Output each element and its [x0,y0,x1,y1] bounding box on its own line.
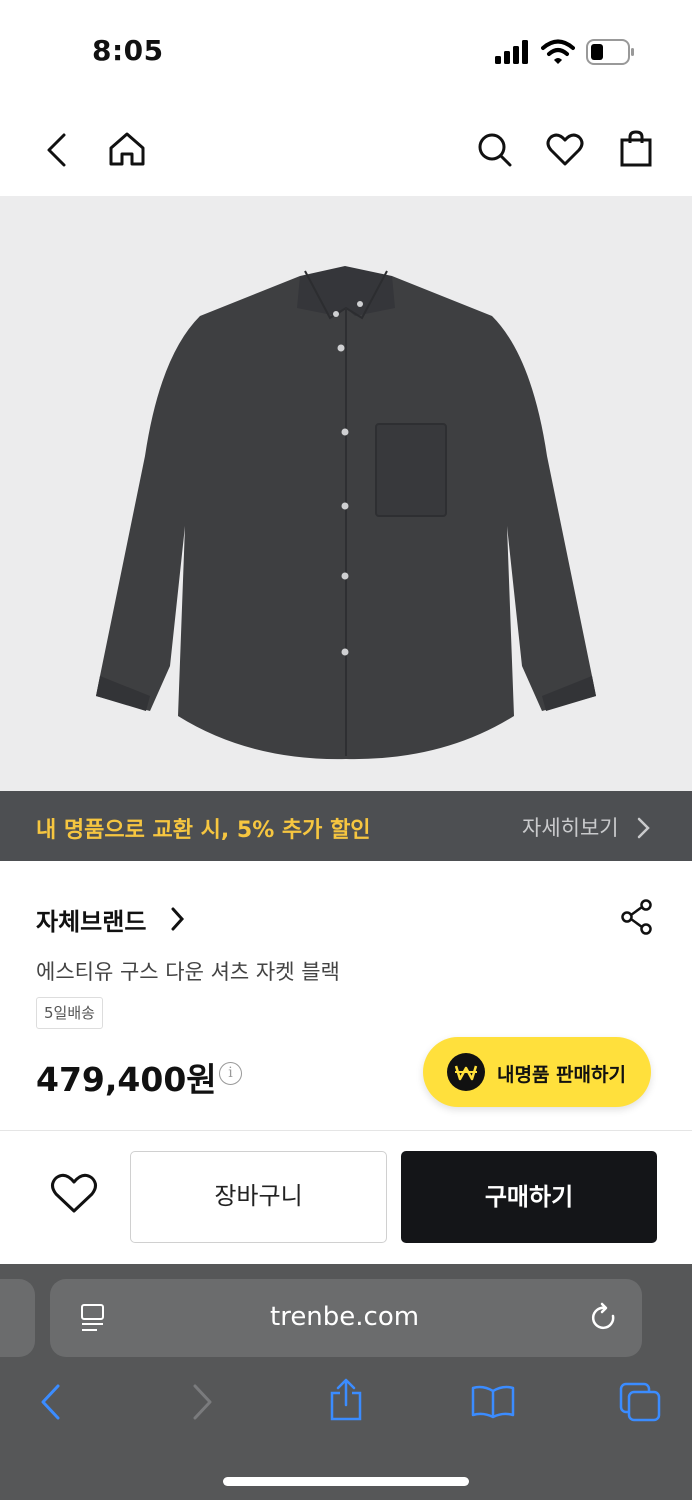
status-time: 8:05 [92,34,164,67]
shirt-illustration [96,266,596,760]
promo-text: 내 명품으로 교환 시, 5% 추가 할인 [36,818,371,843]
divider [0,1130,692,1131]
tabs-icon[interactable] [618,1381,662,1423]
shipping-badge: 5일배송 [36,997,103,1029]
book-icon[interactable] [470,1384,516,1420]
heart-icon[interactable] [546,133,584,167]
browser-forward-icon[interactable] [189,1383,215,1421]
info-icon[interactable]: i [219,1062,242,1085]
back-icon[interactable] [44,132,68,168]
battery-icon [586,39,634,65]
reload-icon[interactable] [589,1302,619,1334]
shopping-bag-icon[interactable] [619,130,653,168]
chevron-right-icon [637,817,650,839]
wifi-icon [541,39,575,64]
promo-more-link[interactable]: 자세히보기 [522,812,619,842]
url-text: trenbe.com [270,1302,420,1332]
search-icon[interactable] [477,132,513,168]
share-up-icon[interactable] [328,1378,364,1422]
add-to-cart-button[interactable]: 장바구니 [130,1151,387,1243]
home-indicator [223,1477,469,1486]
home-icon[interactable] [108,131,146,167]
previous-tab-preview[interactable] [0,1279,35,1357]
buy-button[interactable]: 구매하기 [401,1151,657,1243]
browser-back-icon[interactable] [38,1383,64,1421]
won-icon [447,1053,485,1091]
chevron-right-icon[interactable] [170,906,186,932]
product-name: 에스티유 구스 다운 셔츠 자켓 블랙 [36,960,340,984]
sell-button-label: 내명품 판매하기 [497,1064,626,1086]
product-price: 479,400원 [36,1060,217,1099]
brand-link[interactable]: 자체브랜드 [36,902,146,937]
reader-icon[interactable] [79,1303,107,1335]
product-image[interactable] [0,196,692,791]
heart-icon[interactable] [50,1173,98,1215]
share-icon[interactable] [620,899,654,935]
signal-icon [495,40,528,64]
